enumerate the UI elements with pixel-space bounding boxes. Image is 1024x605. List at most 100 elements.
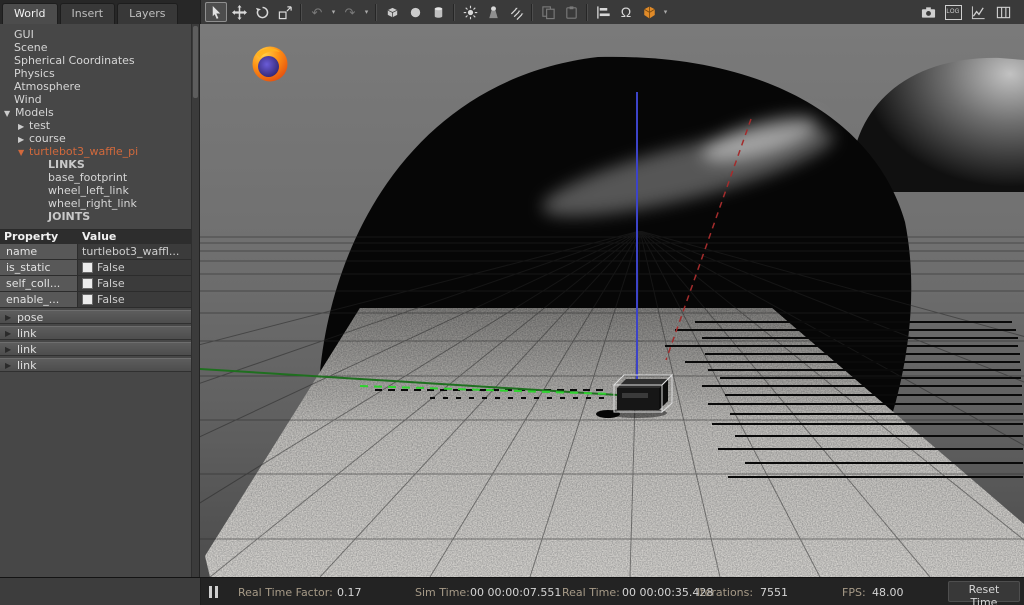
rotate-tool-button[interactable] — [251, 2, 273, 22]
sidebar-scrollbar[interactable] — [191, 24, 199, 577]
screenshot-button[interactable] — [917, 2, 939, 22]
pause-icon — [214, 586, 218, 598]
plot-button[interactable] — [967, 2, 989, 22]
property-row-is-static[interactable]: is_static False — [0, 260, 192, 276]
real-time-factor-value: 0.17 — [337, 586, 362, 599]
tree-item-label: wheel_left_link — [48, 184, 129, 197]
property-group-link-1[interactable]: ▶ link — [0, 326, 192, 340]
undo-button[interactable]: ↶ — [306, 2, 328, 22]
split-view-button[interactable] — [992, 2, 1014, 22]
tree-item-label: test — [29, 119, 51, 132]
tree-item-models[interactable]: ▼ Models — [0, 106, 199, 119]
chart-icon — [971, 5, 985, 19]
property-value-cell[interactable]: False — [78, 292, 192, 307]
tree-item-atmosphere[interactable]: Atmosphere — [0, 80, 199, 93]
checkbox[interactable] — [82, 294, 93, 305]
spot-light-button[interactable] — [482, 2, 504, 22]
collapse-arrow-icon[interactable]: ▼ — [4, 107, 15, 119]
expand-arrow-icon[interactable]: ▶ — [5, 311, 11, 325]
tree-item-test[interactable]: ▶ test — [0, 119, 199, 132]
snap-button[interactable]: Ω — [615, 2, 637, 22]
real-time-factor-label: Real Time Factor: — [238, 586, 333, 599]
tab-world[interactable]: World — [2, 3, 58, 24]
tree-item-label: Physics — [14, 67, 55, 80]
insert-box-button[interactable] — [381, 2, 403, 22]
view-angle-caret[interactable]: ▾ — [661, 2, 670, 22]
tab-layers[interactable]: Layers — [117, 3, 178, 24]
property-row-self-collide[interactable]: self_coll... False — [0, 276, 192, 292]
panel-tabs: World Insert Layers — [0, 0, 200, 24]
scale-icon — [278, 5, 292, 19]
reset-time-button[interactable]: Reset Time — [948, 581, 1020, 605]
view-angle-button[interactable] — [638, 2, 660, 22]
property-group-pose[interactable]: ▶ pose — [0, 310, 192, 324]
scrollbar-thumb[interactable] — [193, 26, 198, 98]
select-tool-button[interactable] — [205, 2, 227, 22]
tree-item-label: Models — [15, 106, 54, 119]
tree-item-scene[interactable]: Scene — [0, 41, 199, 54]
tree-item-gui[interactable]: GUI — [0, 28, 199, 41]
scale-tool-button[interactable] — [274, 2, 296, 22]
property-value-cell[interactable]: False — [78, 260, 192, 275]
undo-history-caret[interactable]: ▾ — [329, 2, 338, 22]
expand-arrow-icon[interactable]: ▶ — [5, 359, 11, 373]
tree-item-course[interactable]: ▶ course — [0, 132, 199, 145]
align-icon — [596, 5, 610, 19]
tree-item-links[interactable]: LINKS — [0, 158, 199, 171]
top-bar: World Insert Layers ↶ ▾ ↷ ▾ Ω ▾ LOG — [0, 0, 1024, 24]
iterations-value: 7551 — [760, 586, 788, 599]
directional-light-button[interactable] — [505, 2, 527, 22]
tree-item-wheel-right-link[interactable]: wheel_right_link — [0, 197, 199, 210]
tree-item-wind[interactable]: Wind — [0, 93, 199, 106]
tree-item-physics[interactable]: Physics — [0, 67, 199, 80]
property-value-text: turtlebot3_waffl... — [82, 245, 180, 258]
collapse-arrow-icon[interactable]: ▼ — [18, 146, 29, 158]
property-value-cell[interactable]: False — [78, 276, 192, 291]
status-bar-left — [0, 578, 201, 605]
tree-item-spherical-coordinates[interactable]: Spherical Coordinates — [0, 54, 199, 67]
checkbox[interactable] — [82, 278, 93, 289]
property-group-link-3[interactable]: ▶ link — [0, 358, 192, 372]
property-name-cell: self_coll... — [0, 276, 78, 291]
tree-item-base-footprint[interactable]: base_footprint — [0, 171, 199, 184]
tab-insert[interactable]: Insert — [59, 3, 116, 24]
toolbar-separator — [531, 3, 533, 21]
property-group-link-2[interactable]: ▶ link — [0, 342, 192, 356]
pause-button[interactable] — [204, 584, 222, 600]
firefox-icon[interactable] — [252, 46, 288, 82]
main-toolbar: ↶ ▾ ↷ ▾ Ω ▾ LOG — [200, 0, 1024, 24]
checkbox[interactable] — [82, 262, 93, 273]
tree-item-label: JOINTS — [48, 210, 91, 223]
copy-button[interactable] — [537, 2, 559, 22]
log-record-button[interactable]: LOG — [942, 2, 964, 22]
group-label: link — [17, 343, 37, 356]
value-column-header: Value — [82, 230, 117, 243]
tree-item-wheel-left-link[interactable]: wheel_left_link — [0, 184, 199, 197]
paste-icon — [565, 5, 577, 19]
pause-icon — [208, 586, 212, 598]
expand-arrow-icon[interactable]: ▶ — [18, 120, 29, 132]
insert-cylinder-button[interactable] — [427, 2, 449, 22]
point-light-button[interactable] — [459, 2, 481, 22]
redo-button[interactable]: ↷ — [339, 2, 361, 22]
property-value-cell[interactable]: turtlebot3_waffl... — [78, 244, 192, 259]
tree-item-turtlebot3-waffle-pi[interactable]: ▼ turtlebot3_waffle_pi — [0, 145, 199, 158]
expand-arrow-icon[interactable]: ▶ — [5, 343, 11, 357]
property-value-text: False — [97, 261, 125, 274]
toolbar-right-group: LOG — [917, 2, 1020, 22]
tree-item-label: turtlebot3_waffle_pi — [29, 145, 139, 158]
tree-item-label: wheel_right_link — [48, 197, 137, 210]
tree-item-label: Atmosphere — [14, 80, 81, 93]
insert-sphere-button[interactable] — [404, 2, 426, 22]
property-row-enable-wind[interactable]: enable_... False — [0, 292, 192, 308]
redo-history-caret[interactable]: ▾ — [362, 2, 371, 22]
expand-arrow-icon[interactable]: ▶ — [5, 327, 11, 341]
align-button[interactable] — [592, 2, 614, 22]
render-viewport[interactable] — [200, 24, 1024, 577]
translate-tool-button[interactable] — [228, 2, 250, 22]
tree-item-joints[interactable]: JOINTS — [0, 210, 199, 223]
expand-arrow-icon[interactable]: ▶ — [18, 133, 29, 145]
3d-scene[interactable] — [200, 24, 1024, 577]
property-row-name[interactable]: name turtlebot3_waffl... — [0, 244, 192, 260]
paste-button[interactable] — [560, 2, 582, 22]
